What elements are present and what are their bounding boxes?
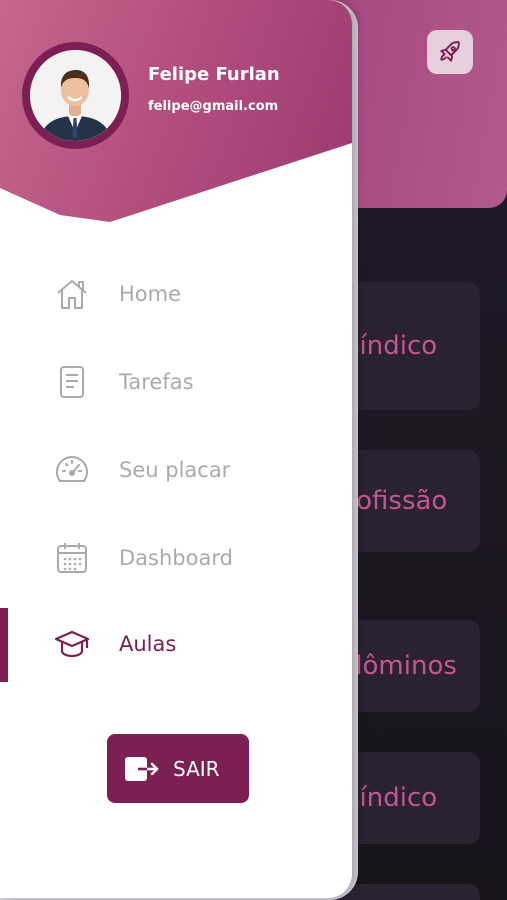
menu-item-tarefas[interactable]: Tarefas bbox=[0, 352, 352, 412]
graduation-cap-icon bbox=[54, 627, 90, 661]
menu-item-label: Home bbox=[119, 282, 182, 306]
menu-item-dashboard[interactable]: Dashboard bbox=[0, 528, 352, 588]
user-name: Felipe Furlan bbox=[148, 64, 280, 85]
home-icon bbox=[54, 277, 90, 311]
speedometer-icon bbox=[54, 453, 90, 487]
menu-item-aulas[interactable]: Aulas bbox=[0, 614, 352, 674]
avatar-photo bbox=[30, 50, 121, 141]
logout-label: SAIR bbox=[173, 756, 220, 781]
user-email: felipe@gmail.com bbox=[148, 99, 279, 114]
menu-item-label: Aulas bbox=[119, 632, 177, 656]
menu-item-label: Seu placar bbox=[119, 458, 231, 482]
rocket-button[interactable] bbox=[427, 30, 473, 74]
logout-icon bbox=[125, 757, 159, 781]
menu-item-home[interactable]: Home bbox=[0, 264, 352, 324]
menu-item-seu-placar[interactable]: Seu placar bbox=[0, 440, 352, 500]
menu-item-label: Dashboard bbox=[119, 546, 233, 570]
logout-button[interactable]: SAIR bbox=[107, 734, 249, 803]
rocket-icon bbox=[440, 41, 460, 62]
menu-item-label: Tarefas bbox=[119, 370, 194, 394]
navigation-drawer: Felipe Furlan felipe@gmail.com Home Tare… bbox=[0, 0, 352, 898]
calendar-icon bbox=[54, 541, 90, 575]
document-icon bbox=[54, 365, 90, 399]
avatar[interactable] bbox=[22, 42, 129, 149]
